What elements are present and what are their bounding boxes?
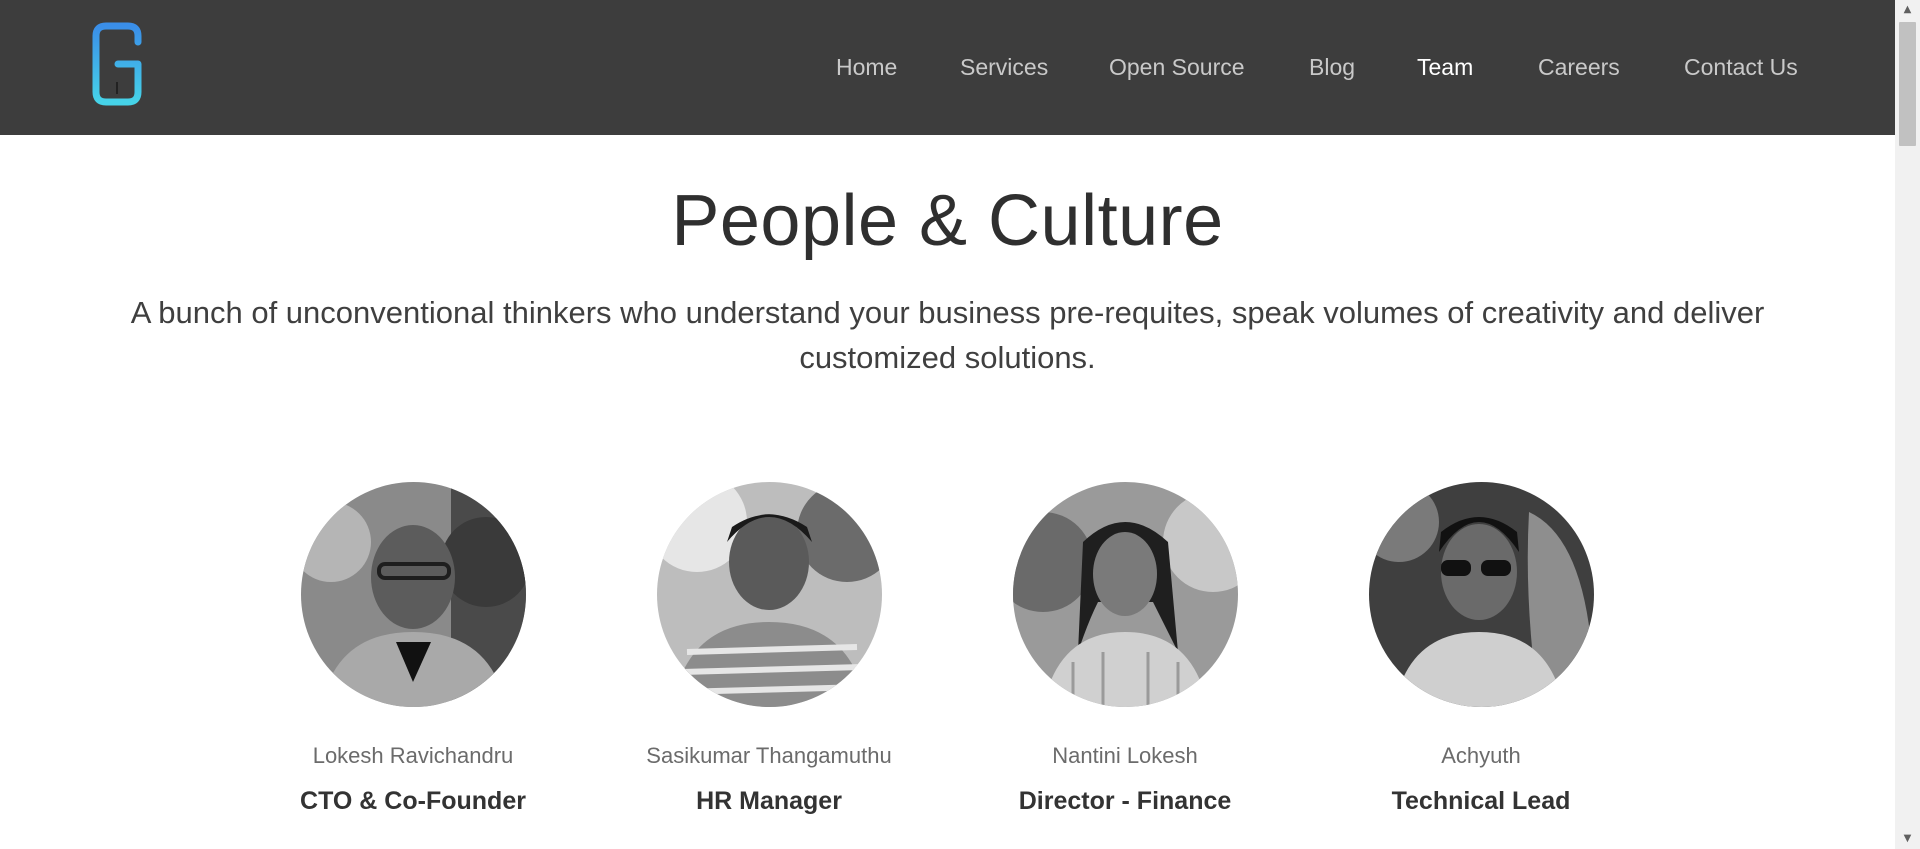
member-role: HR Manager: [696, 787, 842, 815]
member-name: Lokesh Ravichandru: [312, 743, 514, 768]
scroll-up-icon[interactable]: ▲: [1895, 0, 1920, 20]
team-member-card: Achyuth Technical Lead: [1331, 482, 1631, 816]
member-name: Achyuth: [1441, 743, 1521, 768]
nav-careers[interactable]: Careers: [1538, 54, 1620, 81]
scroll-down-icon[interactable]: ▼: [1895, 829, 1920, 849]
page-subtitle: A bunch of unconventional thinkers who u…: [130, 295, 1765, 375]
avatar: [300, 482, 526, 707]
member-name: Sasikumar Thangamuthu: [646, 743, 892, 768]
nav-contact-us[interactable]: Contact Us: [1684, 54, 1798, 81]
site-header: Home Services Open Source Blog Team Care…: [0, 0, 1895, 135]
nav-open-source[interactable]: Open Source: [1109, 54, 1245, 81]
nav-blog[interactable]: Blog: [1309, 54, 1355, 81]
team-member-card: Lokesh Ravichandru CTO & Co-Founder: [263, 482, 563, 816]
avatar: [1012, 482, 1238, 707]
vertical-scrollbar[interactable]: ▲ ▼: [1895, 0, 1920, 849]
page-title: People & Culture: [671, 181, 1224, 261]
member-role: Technical Lead: [1391, 787, 1571, 815]
team-member-card: Sasikumar Thangamuthu HR Manager: [619, 482, 919, 816]
member-role: Director - Finance: [1018, 787, 1232, 815]
avatar: [656, 482, 882, 707]
avatar: [1368, 482, 1594, 707]
member-name: Nantini Lokesh: [1052, 743, 1198, 768]
nav-services[interactable]: Services: [960, 54, 1048, 81]
scrollbar-thumb[interactable]: [1899, 22, 1916, 146]
team-member-card: Nantini Lokesh Director - Finance: [975, 482, 1275, 816]
main-nav: Home Services Open Source Blog Team Care…: [0, 54, 1895, 84]
nav-team[interactable]: Team: [1417, 54, 1473, 81]
member-role: CTO & Co-Founder: [300, 787, 526, 815]
nav-home[interactable]: Home: [836, 54, 897, 81]
